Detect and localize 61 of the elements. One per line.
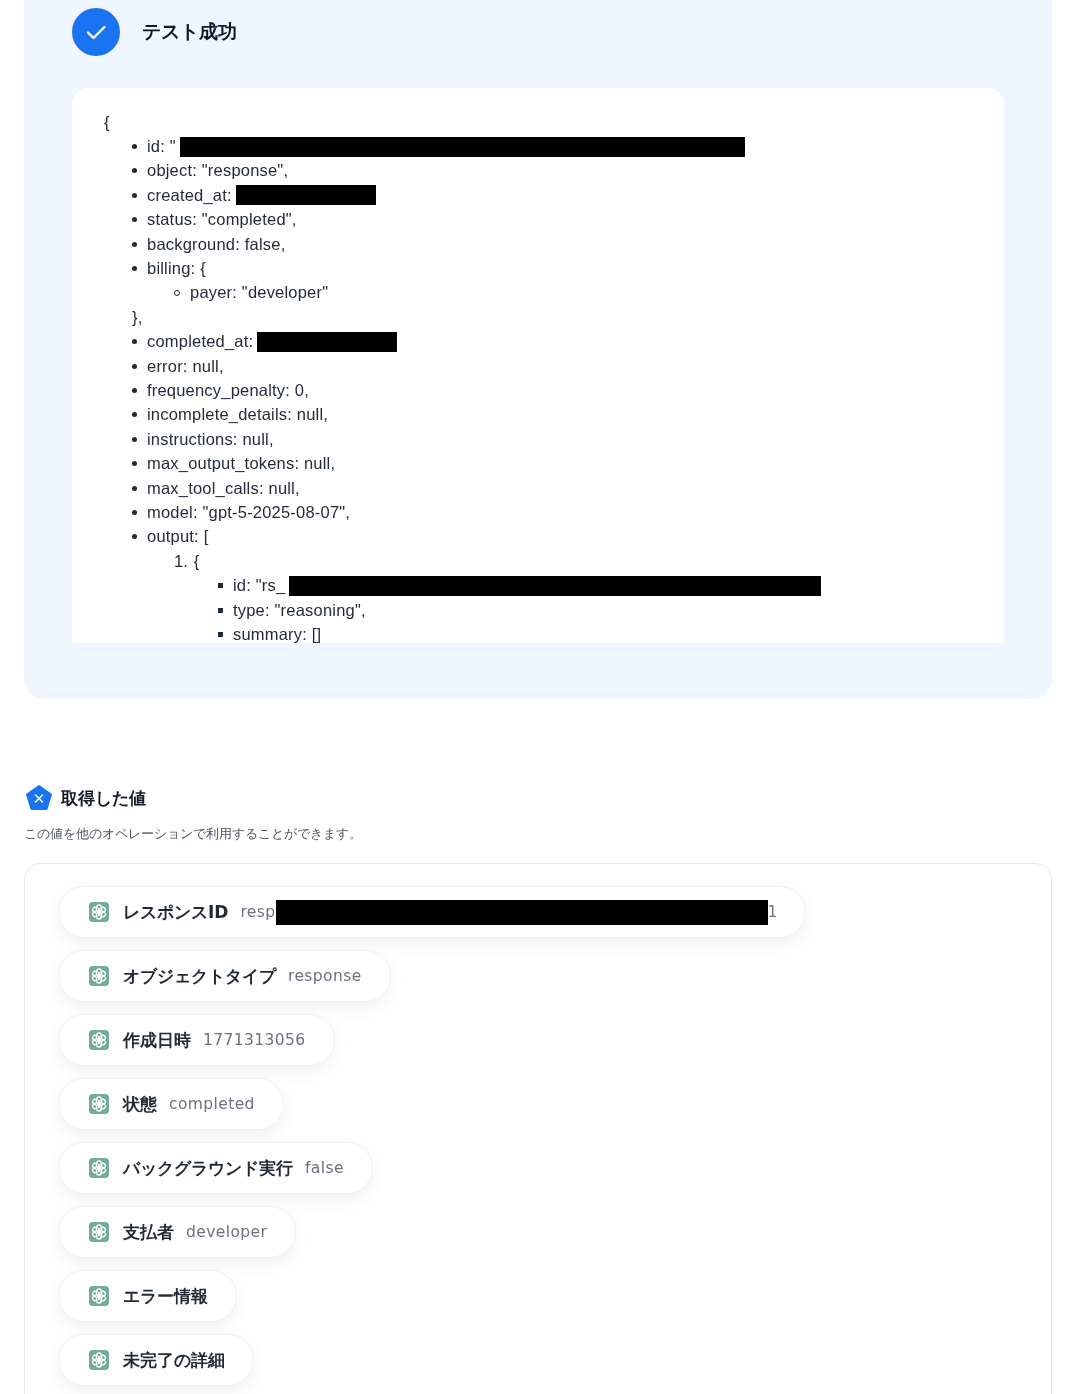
- code-text: created_at:: [147, 185, 232, 205]
- list-number: 1.: [174, 551, 188, 571]
- code-text: billing: {: [147, 259, 206, 279]
- bullet-icon: [132, 241, 137, 247]
- value-chip[interactable]: オブジェクトタイプ response: [58, 950, 391, 1002]
- bullet-icon: [218, 607, 223, 613]
- value-chip[interactable]: エラー情報: [58, 1270, 237, 1322]
- pentagon-icon: [26, 785, 52, 811]
- bullet-icon: [132, 509, 137, 515]
- flower-icon: [89, 966, 109, 986]
- code-text: payer: "developer": [190, 283, 329, 303]
- value-chip[interactable]: 状態 completed: [58, 1078, 284, 1130]
- code-text: max_output_tokens: null,: [147, 454, 336, 474]
- code-text: object: "response",: [147, 161, 289, 181]
- bullet-icon: [132, 363, 137, 369]
- code-text: {: [104, 112, 110, 132]
- code-text: },: [132, 307, 143, 327]
- flower-icon: [89, 1286, 109, 1306]
- bullet-icon: [218, 631, 223, 637]
- code-text: type: "reasoning",: [233, 600, 366, 620]
- bullet-icon: [132, 266, 137, 272]
- code-text: incomplete_details: null,: [147, 405, 329, 425]
- bullet-icon: [132, 436, 137, 442]
- code-text: instructions: null,: [147, 429, 274, 449]
- code-text: background: false,: [147, 234, 286, 254]
- bullet-icon: [132, 192, 137, 198]
- code-text: id: ": [147, 137, 176, 157]
- value-chip[interactable]: レスポンスID resp 1: [58, 886, 807, 938]
- value-chip[interactable]: 支払者 developer: [58, 1206, 297, 1258]
- code-text: model: "gpt-5-2025-08-07",: [147, 502, 351, 522]
- bullet-icon: [132, 461, 137, 467]
- flower-icon: [89, 1158, 109, 1178]
- value-chip[interactable]: 作成日時 1771313056: [58, 1014, 335, 1066]
- code-text: output: [: [147, 527, 209, 547]
- value-chip[interactable]: 未完了の詳細: [58, 1334, 254, 1386]
- code-text: id: "rs_: [233, 576, 286, 596]
- code-text: summary: []: [233, 624, 322, 643]
- code-text: status: "completed",: [147, 210, 297, 230]
- value-chip[interactable]: バックグラウンド実行 false: [58, 1142, 373, 1194]
- code-text: frequency_penalty: 0,: [147, 381, 309, 400]
- flower-icon: [89, 1350, 109, 1370]
- bullet-icon: [132, 339, 137, 345]
- code-text: max_tool_calls: null,: [147, 478, 300, 498]
- bullet-icon: [132, 412, 137, 418]
- bullet-icon: [132, 388, 137, 393]
- section-title: 取得した値: [61, 786, 146, 810]
- result-title: テスト成功: [142, 19, 237, 44]
- bullet-icon: [132, 534, 137, 540]
- code-text: {: [193, 551, 200, 571]
- flower-icon: [89, 902, 109, 922]
- section-description: この値を他のオペレーションで利用することができます。: [24, 825, 363, 843]
- code-text: error: null,: [147, 356, 224, 376]
- bullet-icon: [132, 144, 137, 150]
- bullet-icon: [218, 583, 223, 589]
- code-text: completed_at:: [147, 332, 254, 352]
- flower-icon: [89, 1030, 109, 1050]
- bullet-icon: [132, 168, 137, 174]
- bullet-icon: [132, 485, 137, 491]
- bullet-icon: [132, 217, 137, 223]
- flower-icon: [89, 1222, 109, 1242]
- flower-icon: [89, 1094, 109, 1114]
